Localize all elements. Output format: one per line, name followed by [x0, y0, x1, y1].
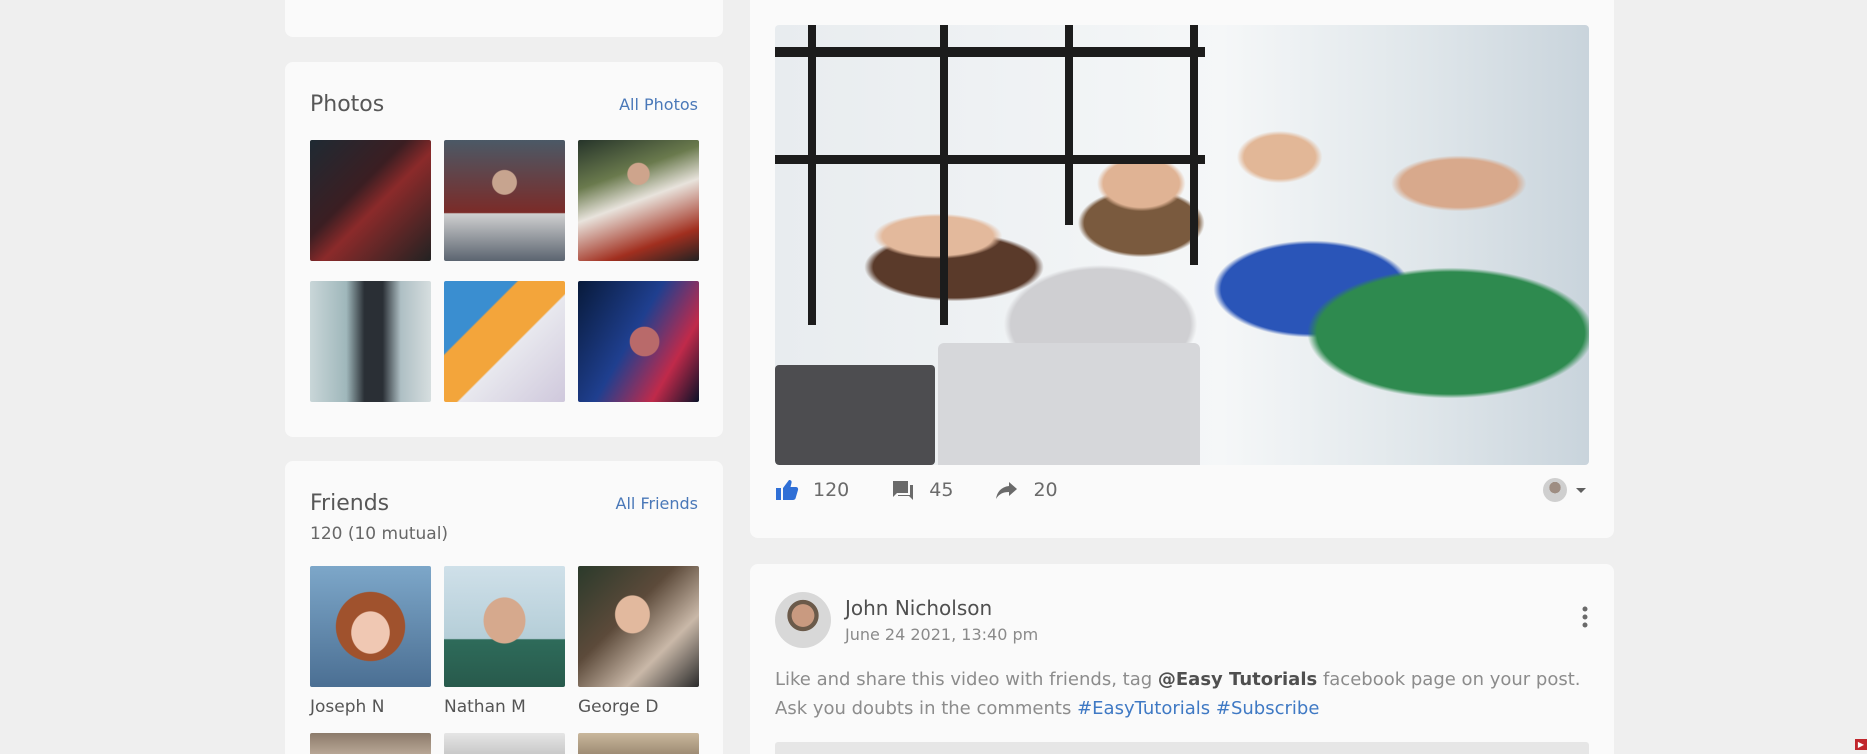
post-text-segment: Like and share this video with friends, …: [775, 669, 1158, 690]
friend-name[interactable]: George D: [578, 697, 699, 717]
friend-item[interactable]: George D: [578, 566, 699, 717]
friend-name[interactable]: Nathan M: [444, 697, 565, 717]
photo-thumbnail[interactable]: [310, 140, 431, 261]
post-date: June 24 2021, 13:40 pm: [845, 625, 1039, 644]
hashtag-link[interactable]: #EasyTutorials: [1077, 698, 1210, 719]
post-image[interactable]: [775, 25, 1589, 465]
friend-item[interactable]: Joseph N: [310, 566, 431, 717]
share-count: 20: [1033, 479, 1058, 501]
laptop-decor: [775, 365, 935, 465]
post-card: 120 45 20: [750, 0, 1614, 538]
friend-name[interactable]: Joseph N: [310, 697, 431, 717]
friend-photo[interactable]: [310, 566, 431, 687]
profile-page: Photos All Photos Friends All Friends 12…: [0, 0, 1867, 754]
photo-grid: [310, 140, 699, 402]
photo-thumbnail[interactable]: [444, 281, 565, 402]
all-friends-link[interactable]: All Friends: [616, 494, 698, 513]
photo-thumbnail[interactable]: [578, 140, 699, 261]
thumbs-up-icon[interactable]: [775, 479, 799, 501]
photos-title: Photos: [310, 92, 385, 117]
share-icon[interactable]: [995, 480, 1019, 500]
author-name[interactable]: John Nicholson: [845, 596, 1038, 620]
post-text-segment: facebook page on your post.: [1317, 669, 1581, 690]
chevron-down-icon[interactable]: [1573, 485, 1589, 495]
shelf-decor: [775, 155, 1205, 164]
photos-card: Photos All Photos: [285, 62, 723, 437]
laptop-decor: [938, 343, 1200, 465]
youtube-icon: ▶: [1854, 739, 1867, 750]
post-text-segment: Ask you doubts in the comments: [775, 698, 1078, 719]
share-stat[interactable]: 20: [995, 479, 1058, 501]
friend-photo[interactable]: [444, 733, 565, 754]
friends-title: Friends: [310, 491, 390, 516]
shelf-decor: [808, 25, 816, 325]
shelf-decor: [775, 47, 1205, 57]
user-avatar[interactable]: [1543, 478, 1567, 502]
shelf-decor: [1065, 25, 1073, 225]
photo-thumbnail[interactable]: [310, 281, 431, 402]
friend-photo[interactable]: [578, 733, 699, 754]
post-card: John Nicholson June 24 2021, 13:40 pm Li…: [750, 564, 1614, 754]
shelf-decor: [1190, 25, 1198, 265]
comment-stat[interactable]: 45: [891, 479, 953, 501]
photo-thumbnail[interactable]: [444, 140, 565, 261]
author-avatar[interactable]: [775, 592, 831, 648]
friends-count: 120 (10 mutual): [310, 524, 449, 544]
friend-item[interactable]: Nathan M: [444, 566, 565, 717]
friend-photo[interactable]: [578, 566, 699, 687]
like-stat[interactable]: 120: [775, 479, 849, 501]
post-text: Like and share this video with friends, …: [775, 665, 1595, 723]
page-mention[interactable]: @Easy Tutorials: [1158, 669, 1317, 690]
like-count: 120: [813, 479, 850, 501]
photos-header: Photos All Photos: [310, 92, 698, 117]
friend-row-partial: [310, 733, 699, 754]
post-image[interactable]: [775, 742, 1589, 754]
author-meta: John Nicholson June 24 2021, 13:40 pm: [845, 596, 1038, 644]
post-stats: 120 45 20: [775, 475, 1589, 505]
friend-photo[interactable]: [444, 566, 565, 687]
post-header: John Nicholson June 24 2021, 13:40 pm: [775, 592, 1038, 648]
shelf-decor: [940, 25, 948, 325]
hashtag-link[interactable]: #Subscribe: [1216, 698, 1320, 719]
all-photos-link[interactable]: All Photos: [619, 95, 698, 114]
comment-icon[interactable]: [891, 479, 915, 501]
intro-card: [285, 0, 723, 37]
comment-count: 45: [929, 479, 954, 501]
friend-grid: Joseph N Nathan M George D: [310, 566, 699, 717]
friend-photo[interactable]: [310, 733, 431, 754]
post-options-button[interactable]: [1581, 606, 1589, 632]
audience-selector[interactable]: [1543, 478, 1589, 502]
photo-thumbnail[interactable]: [578, 281, 699, 402]
friends-header: Friends All Friends: [310, 491, 698, 516]
more-vertical-icon[interactable]: [1581, 606, 1589, 628]
friends-card: Friends All Friends 120 (10 mutual) Jose…: [285, 461, 723, 754]
